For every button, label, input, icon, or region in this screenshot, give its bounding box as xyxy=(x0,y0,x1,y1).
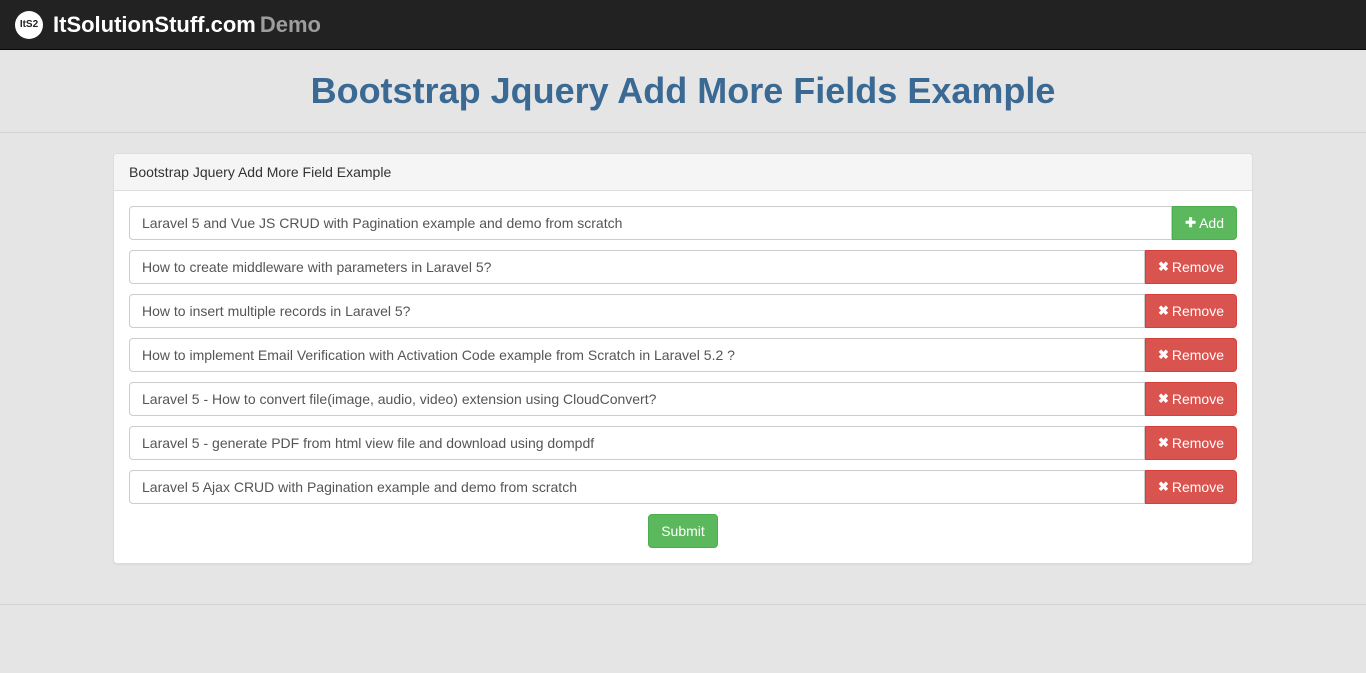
remove-icon: ✖ xyxy=(1158,346,1169,365)
remove-button[interactable]: ✖Remove xyxy=(1145,250,1237,284)
field-row: ✖Remove xyxy=(129,338,1237,372)
remove-button-label: Remove xyxy=(1172,345,1224,365)
remove-button[interactable]: ✖Remove xyxy=(1145,426,1237,460)
remove-button[interactable]: ✖Remove xyxy=(1145,338,1237,372)
remove-button[interactable]: ✖Remove xyxy=(1145,382,1237,416)
submit-button[interactable]: Submit xyxy=(648,514,718,548)
remove-icon: ✖ xyxy=(1158,302,1169,321)
field-row: ✖Remove xyxy=(129,470,1237,504)
field-input[interactable] xyxy=(129,338,1145,372)
field-input[interactable] xyxy=(129,206,1172,240)
field-input[interactable] xyxy=(129,382,1145,416)
remove-button-label: Remove xyxy=(1172,433,1224,453)
field-input[interactable] xyxy=(129,470,1145,504)
remove-icon: ✖ xyxy=(1158,434,1169,453)
remove-button[interactable]: ✖Remove xyxy=(1145,294,1237,328)
footer xyxy=(0,604,1366,664)
panel: Bootstrap Jquery Add More Field Example … xyxy=(113,153,1253,564)
remove-button-label: Remove xyxy=(1172,301,1224,321)
field-input[interactable] xyxy=(129,294,1145,328)
field-input[interactable] xyxy=(129,250,1145,284)
field-row: ✖Remove xyxy=(129,426,1237,460)
brand-text[interactable]: ItSolutionStuff.com xyxy=(53,12,256,38)
field-input[interactable] xyxy=(129,426,1145,460)
panel-heading: Bootstrap Jquery Add More Field Example xyxy=(114,154,1252,191)
field-row: ✚Add xyxy=(129,206,1237,240)
navbar: ItS2 ItSolutionStuff.com Demo xyxy=(0,0,1366,50)
remove-icon: ✖ xyxy=(1158,258,1169,277)
panel-body: ✚Add✖Remove✖Remove✖Remove✖Remove✖Remove✖… xyxy=(114,191,1252,563)
container: Bootstrap Jquery Add More Field Example … xyxy=(98,153,1268,564)
demo-link[interactable]: Demo xyxy=(260,12,321,38)
remove-button[interactable]: ✖Remove xyxy=(1145,470,1237,504)
add-button-label: Add xyxy=(1199,213,1224,233)
field-row: ✖Remove xyxy=(129,382,1237,416)
remove-icon: ✖ xyxy=(1158,390,1169,409)
field-row: ✖Remove xyxy=(129,294,1237,328)
add-button[interactable]: ✚Add xyxy=(1172,206,1237,240)
remove-button-label: Remove xyxy=(1172,477,1224,497)
field-row: ✖Remove xyxy=(129,250,1237,284)
remove-button-label: Remove xyxy=(1172,389,1224,409)
remove-button-label: Remove xyxy=(1172,257,1224,277)
page-title: Bootstrap Jquery Add More Fields Example xyxy=(0,50,1366,132)
logo-icon: ItS2 xyxy=(15,11,43,39)
plus-icon: ✚ xyxy=(1185,214,1196,233)
remove-icon: ✖ xyxy=(1158,478,1169,497)
